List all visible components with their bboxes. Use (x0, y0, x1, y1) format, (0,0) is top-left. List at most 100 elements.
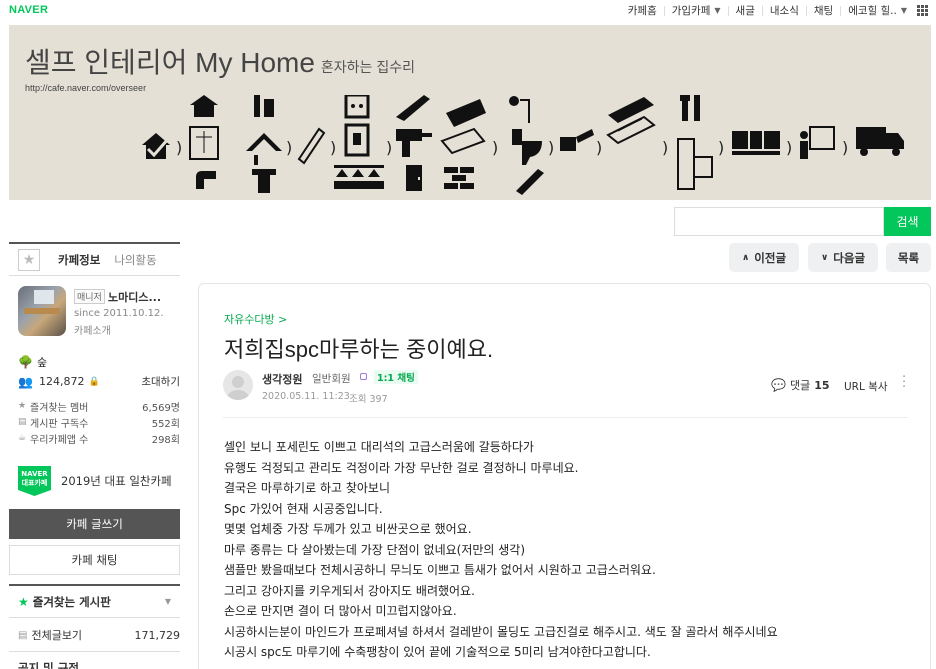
renovation-icons-illustration: ) ) ) )))))))) (142, 95, 904, 195)
joined-cafes-link[interactable]: 가입카페 (672, 3, 711, 18)
user-menu[interactable]: 에코힐 힐.. (848, 3, 897, 18)
more-options-icon[interactable]: · · · (902, 371, 906, 394)
forest-icon: 🌳 (18, 355, 33, 369)
house-check-icon (142, 133, 170, 159)
cafe-intro-link[interactable]: 카페소개 (74, 322, 111, 337)
one-on-one-chat-button[interactable]: 1:1 채팅 (374, 370, 418, 384)
author-name[interactable]: 생각정원 (262, 371, 302, 387)
svg-text:): ) (596, 138, 602, 157)
body-line: 시공시 spc도 마루기에 수축팽창이 있어 끝에 기술적으로 5미리 남겨야한… (224, 645, 651, 659)
outlet-icon (344, 95, 370, 119)
body-line: 샘플만 봤을때보다 전체시공하니 무늬도 이쁘고 틈새가 없어서 시원하고 고급… (224, 563, 656, 577)
naver-logo[interactable]: NAVER (9, 4, 48, 16)
list-button[interactable]: 목록 (886, 243, 931, 272)
body-line: Spc 가있어 현재 시공중입니다. (224, 501, 383, 516)
body-line: 유행도 걱정되고 관리도 걱정이라 가장 무난한 걸로 결정하니 마루네요. (224, 460, 579, 475)
svg-text:): ) (662, 138, 668, 157)
drill-icon (396, 129, 432, 157)
cafe-avatar[interactable] (18, 286, 66, 336)
svg-text:): ) (286, 138, 292, 157)
banner-url: http://cafe.naver.com/overseer (25, 83, 147, 93)
cabinet-icon (677, 138, 713, 190)
author-avatar[interactable] (223, 370, 253, 400)
manager-name[interactable]: 노마디스... (108, 289, 161, 305)
cafe-chat-button[interactable]: 카페 채팅 (9, 545, 180, 575)
search-button[interactable]: 검색 (884, 207, 931, 236)
view-count: 조회 397 (349, 394, 388, 405)
faucet-icon (252, 169, 276, 193)
caulk-gun-icon (516, 169, 544, 195)
divider (761, 5, 763, 16)
all-posts-label[interactable]: 전체글보기 (31, 627, 82, 643)
invite-link[interactable]: 초대하기 (141, 374, 180, 389)
next-post-button[interactable]: ∨ 다음글 (808, 243, 878, 272)
cafe-level: 🌳 숲 (18, 354, 47, 370)
comment-button[interactable]: 💬 댓글 15 (771, 377, 830, 393)
url-copy-button[interactable]: URL 복사 (844, 379, 888, 394)
board-link[interactable]: 자유수다방 > (224, 311, 287, 327)
svg-text:): ) (176, 138, 182, 157)
chat-link[interactable]: 채팅 (814, 3, 833, 18)
banner-title: 셀프 인테리어 My Home 혼자하는 집수리 (25, 47, 415, 78)
representative-cafe-badge: NAVER 대표카페 (18, 466, 51, 496)
chevron-down-icon[interactable]: ▼ (901, 6, 907, 15)
sidebar: ★ 카페정보 나의활동 매니저 노마디스... since 2011.10.12… (9, 242, 180, 669)
cafe-stats: ★ 즐겨찾는 멤버 6,569명 ▤ 게시판 구독수 552회 ☕ 우리카페앱 … (18, 398, 180, 446)
saw-icon (396, 95, 430, 121)
pipe-icon (196, 171, 216, 189)
chevron-down-icon[interactable]: ▼ (165, 597, 171, 606)
post-date: 2020.05.11. 11:23 (262, 391, 350, 402)
award-text: 2019년 대표 일찬카페 (61, 474, 172, 488)
blueprint-icon (189, 126, 219, 160)
award-banner[interactable]: NAVER 대표카페 2019년 대표 일찬카페 (18, 466, 172, 496)
post-title: 저희집spc마루하는 중이예요. (224, 337, 494, 362)
cafe-home-link[interactable]: 카페홈 (628, 3, 657, 18)
my-news-link[interactable]: 내소식 (770, 3, 799, 18)
svg-text:): ) (386, 138, 392, 157)
favorite-boards-header[interactable]: ★ 즐겨찾는 게시판 ▼ (9, 584, 180, 618)
article-card: 자유수다방 > 저희집spc마루하는 중이예요. 생각정원 일반회원 1:1 채… (198, 283, 931, 669)
divider (840, 5, 842, 16)
body-line: 셀인 보니 포세린도 이쁘고 대리석의 고급스러움에 갈등하다가 (224, 440, 534, 454)
star-icon: ★ (18, 401, 27, 411)
tab-cafe-info[interactable]: 카페정보 (58, 252, 100, 268)
wall-panel-icon (297, 127, 326, 165)
apps-grid-icon[interactable] (917, 5, 928, 16)
stat-row: ★ 즐겨찾는 멤버 6,569명 (18, 398, 180, 414)
stat-value: 552회 (151, 418, 180, 430)
lamps-icon (334, 165, 384, 189)
body-line: 시공하시는분이 마인드가 프로페셔널 하셔서 걸레받이 몰딩도 고급진걸로 해주… (224, 624, 778, 639)
flooring-icon (606, 97, 656, 145)
tab-my-activity[interactable]: 나의활동 (114, 252, 156, 268)
body-line: 몇몇 업체중 가장 두께가 있고 비싼곳으로 했어요. (224, 522, 472, 536)
body-line: 그리고 강아지를 키우게되서 강아지도 배려했어요. (224, 583, 475, 598)
level-label: 숲 (36, 356, 48, 369)
prev-post-button[interactable]: ∧ 이전글 (729, 243, 799, 272)
manager-badge: 매니저 (74, 289, 105, 304)
svg-text:): ) (842, 138, 848, 157)
stat-value: 298회 (151, 434, 180, 446)
star-icon[interactable]: ★ (18, 248, 40, 271)
stat-row: ☕ 우리카페앱 수 298회 (18, 430, 180, 446)
all-posts-row[interactable]: ▤ 전체글보기 171,729 (18, 627, 180, 643)
roof-tools-icon (246, 133, 282, 165)
divider (663, 5, 665, 16)
worker-icon (254, 95, 274, 117)
comment-count: 15 (814, 378, 830, 392)
chevron-down-icon[interactable]: ▼ (714, 6, 720, 15)
search-input[interactable] (674, 207, 884, 236)
top-navigation: NAVER 카페홈 가입카페 ▼ 새글 내소식 채팅 에코힐 힐.. ▼ (0, 0, 936, 22)
comment-icon: 💬 (771, 378, 786, 392)
member-count-row: 👥 124,872 🔒 초대하기 (18, 374, 180, 389)
svg-text:): ) (330, 138, 336, 157)
divider (727, 5, 729, 16)
cafe-banner[interactable]: 셀프 인테리어 My Home 혼자하는 집수리 http://cafe.nave… (9, 25, 931, 200)
write-post-button[interactable]: 카페 글쓰기 (9, 509, 180, 539)
member-count[interactable]: 124,872 (39, 375, 85, 388)
stat-label: 즐겨찾는 멤버 (30, 402, 89, 414)
new-posts-link[interactable]: 새글 (736, 3, 755, 18)
kitchen-icon (732, 131, 780, 155)
notice-board-heading[interactable]: 공지 및 규정 (18, 660, 79, 669)
body-line: 결국은 마루하기로 하고 찾아보니 (224, 481, 391, 495)
toilet-icon (512, 129, 542, 165)
